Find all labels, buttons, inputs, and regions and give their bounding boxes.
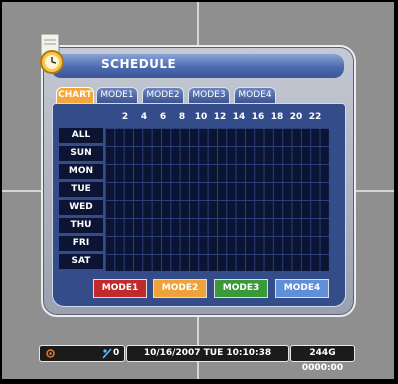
day-row-fri[interactable]: FRI [59,236,103,251]
tab-mode4[interactable]: MODE4 [234,87,276,103]
tab-mode3[interactable]: MODE3 [188,87,230,103]
mode2-button[interactable]: MODE2 [153,279,207,298]
clock-icon [40,33,64,74]
day-row-tue[interactable]: TUE [59,182,103,197]
record-icon [46,349,55,358]
day-row-sat[interactable]: SAT [59,254,103,269]
hour-label: 2 [121,112,129,122]
disk-status: 244G 0000:00 [290,345,355,373]
tab-mode2[interactable]: MODE2 [142,87,184,103]
datetime-display: 10/16/2007 TUE 10:10:38 [126,345,289,362]
screen: SCHEDULE CHART MODE1 MODE2 MODE3 MODE4 2… [2,2,394,379]
hour-label: 18 [270,112,284,122]
hour-label: 6 [159,112,167,122]
status-indicators: 0 [39,345,125,362]
status-bar: 0 10/16/2007 TUE 10:10:38 244G 0000:00 [39,345,355,373]
dialog-title: SCHEDULE [101,57,177,71]
day-row-sun[interactable]: SUN [59,146,103,161]
tab-mode1[interactable]: MODE1 [96,87,138,103]
hour-label: 14 [232,112,246,122]
hour-label: 16 [251,112,265,122]
title-bar: SCHEDULE [40,33,344,78]
day-row-thu[interactable]: THU [59,218,103,233]
schedule-dialog: SCHEDULE CHART MODE1 MODE2 MODE3 MODE4 2… [40,33,356,317]
day-row-mon[interactable]: MON [59,164,103,179]
hour-label: 12 [213,112,227,122]
day-row-wed[interactable]: WED [59,200,103,215]
hour-label: 4 [140,112,148,122]
hour-label: 22 [308,112,322,122]
network-count: 0 [113,348,120,358]
mode4-button[interactable]: MODE4 [275,279,329,298]
mode3-button[interactable]: MODE3 [214,279,268,298]
tab-chart[interactable]: CHART [56,87,94,103]
hour-label: 10 [194,112,208,122]
hour-label: 8 [178,112,186,122]
schedule-cells[interactable] [105,128,329,271]
mode1-button[interactable]: MODE1 [93,279,147,298]
schedule-chart-panel: 2 4 6 8 10 12 14 16 18 20 22 ALL SUN MON… [52,103,346,307]
network-icon [102,348,112,359]
day-row-all[interactable]: ALL [59,128,103,143]
hour-label: 20 [289,112,303,122]
